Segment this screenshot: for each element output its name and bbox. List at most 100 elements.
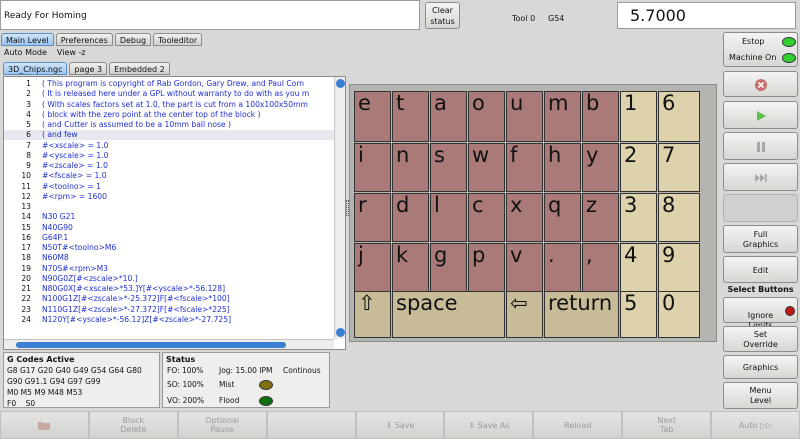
key-m[interactable]: m [544, 91, 581, 142]
machine-on-label[interactable]: Machine On [729, 53, 776, 62]
full-graphics-button[interactable]: Full Graphics [723, 225, 798, 253]
key-1[interactable]: 1 [620, 91, 657, 142]
code-line[interactable]: 15 N40G90 [4, 223, 334, 233]
scroll-up-icon[interactable] [336, 79, 345, 88]
code-line[interactable]: 3 ( With scales factors set at 1.0, the p… [4, 100, 334, 110]
block-delete-button[interactable]: Block Delete [88, 411, 178, 439]
key-9[interactable]: 9 [658, 243, 700, 292]
code-line[interactable]: 2 ( It is released here under a GPL witho… [4, 89, 334, 99]
code-line[interactable]: 17 N50T#<toolno>M6 [4, 243, 334, 253]
key-j[interactable]: j [354, 243, 391, 292]
key-b[interactable]: b [582, 91, 619, 142]
key-o[interactable]: o [468, 91, 505, 142]
code-line[interactable]: 22 N100G1Z[#<zscale>*-25.372]F[#<fscale>*… [4, 294, 334, 304]
menu-view[interactable]: View -z [57, 48, 86, 57]
code-line[interactable]: 20 N90G0Z[#<zscale>*10.] [4, 274, 334, 284]
key-8[interactable]: 8 [658, 193, 700, 242]
code-line[interactable]: 8 #<yscale> = 1.0 [4, 151, 334, 161]
optional-pause-button[interactable]: Optional Pause [177, 411, 267, 439]
code-line[interactable]: 19 N70S#<rpm>M3 [4, 264, 334, 274]
key-3[interactable]: 3 [620, 193, 657, 242]
code-line[interactable]: 4 ( block with the zero point at the cent… [4, 110, 334, 120]
key-q[interactable]: q [544, 193, 581, 242]
horizontal-scrollbar[interactable] [4, 339, 334, 349]
graphics-button[interactable]: Graphics [723, 355, 798, 379]
menu-level-button[interactable]: Menu Level [723, 382, 798, 409]
code-line[interactable]: 5 ( and Cutter is assumed to be a 10mm ba… [4, 120, 334, 130]
save-button[interactable]: ⬇ Save [355, 411, 445, 439]
key-shift-icon[interactable]: ⇧ [354, 291, 391, 338]
code-line[interactable]: 10 #<fscale> = 1.0 [4, 171, 334, 181]
tab-tooleditor[interactable]: Tooleditor [153, 33, 203, 46]
code-line[interactable]: 18 N60M8 [4, 253, 334, 263]
auto-button[interactable]: Auto ▷▷ [711, 411, 800, 439]
blank-footer-button[interactable] [266, 411, 356, 439]
code-line[interactable]: 9 #<zscale> = 1.0 [4, 161, 334, 171]
tab-page-3[interactable]: page 3 [69, 62, 108, 75]
menu-auto-mode[interactable]: Auto Mode [4, 48, 47, 57]
tab-file-3d-chips[interactable]: 3D_Chips.ngc [3, 62, 68, 75]
tab-main-level[interactable]: Main Level [1, 33, 54, 46]
key-6[interactable]: 6 [658, 91, 700, 142]
key-t[interactable]: t [392, 91, 429, 142]
gcode-editor[interactable]: 1 ( This program is copyright of Rab Gord… [3, 76, 346, 350]
tab-preferences[interactable]: Preferences [55, 33, 113, 46]
code-line[interactable]: 6 ( and few [4, 130, 334, 141]
code-line[interactable]: 1 ( This program is copyright of Rab Gord… [4, 79, 334, 89]
key-i[interactable]: i [354, 143, 391, 192]
key-z[interactable]: z [582, 193, 619, 242]
scroll-down-icon[interactable] [336, 328, 345, 337]
key-h[interactable]: h [544, 143, 581, 192]
key-n[interactable]: n [392, 143, 429, 192]
stop-button[interactable] [723, 71, 798, 97]
key-p[interactable]: p [468, 243, 505, 292]
key-e[interactable]: e [354, 91, 391, 142]
open-file-button[interactable] [0, 411, 89, 439]
key-k[interactable]: k [392, 243, 429, 292]
key-l[interactable]: l [430, 193, 467, 242]
ignore-limits-button[interactable]: Ignore Limits [723, 297, 798, 330]
run-button[interactable] [723, 101, 798, 129]
next-tab-button[interactable]: Next Tab [622, 411, 712, 439]
key-backspace-icon[interactable]: ⇦ [506, 291, 543, 338]
horizontal-scroll-thumb[interactable] [16, 342, 286, 348]
key-g[interactable]: g [430, 243, 467, 292]
key-v[interactable]: v [506, 243, 543, 292]
code-line[interactable]: 7 #<xscale> = 1.0 [4, 141, 334, 151]
key-r[interactable]: r [354, 193, 391, 242]
key-f[interactable]: f [506, 143, 543, 192]
key-c[interactable]: c [468, 193, 505, 242]
step-button[interactable] [723, 163, 798, 191]
key-2[interactable]: 2 [620, 143, 657, 192]
key-return[interactable]: return [544, 291, 619, 338]
estop-label[interactable]: Estop [742, 37, 764, 46]
key-5[interactable]: 5 [620, 291, 657, 338]
key-w[interactable]: w [468, 143, 505, 192]
code-line[interactable]: 12 #<rpm> = 1600 [4, 192, 334, 202]
tab-debug[interactable]: Debug [114, 33, 152, 46]
key-space[interactable]: space [392, 291, 505, 338]
key-7[interactable]: 7 [658, 143, 700, 192]
code-line[interactable]: 14 N30 G21 [4, 212, 334, 222]
code-line[interactable]: 11 #<toolno> = 1 [4, 182, 334, 192]
save-as-button[interactable]: ⬇ Save As [444, 411, 534, 439]
key-x[interactable]: x [506, 193, 543, 242]
vertical-scrollbar[interactable] [334, 77, 345, 339]
clear-status-button[interactable]: Clear status [425, 2, 460, 29]
tab-embedded-2[interactable]: Embedded 2 [109, 62, 170, 75]
key-4[interactable]: 4 [620, 243, 657, 292]
edit-button[interactable]: Edit [723, 256, 798, 283]
key-y[interactable]: y [582, 143, 619, 192]
key-0[interactable]: 0 [658, 291, 700, 338]
pause-button[interactable] [723, 132, 798, 160]
key-period[interactable]: . [544, 243, 581, 292]
key-u[interactable]: u [506, 91, 543, 142]
code-line[interactable]: 13 [4, 202, 334, 212]
set-override-button[interactable]: Set Override [723, 326, 798, 352]
key-a[interactable]: a [430, 91, 467, 142]
key-comma[interactable]: , [582, 243, 619, 292]
code-line[interactable]: 21 N80G0X[#<xscale>*53.]Y[#<yscale>*-56.1… [4, 284, 334, 294]
code-line[interactable]: 24 N120Y[#<yscale>*-56.12]Z[#<zscale>*-27… [4, 315, 334, 325]
key-d[interactable]: d [392, 193, 429, 242]
reload-button[interactable]: Reload [533, 411, 623, 439]
